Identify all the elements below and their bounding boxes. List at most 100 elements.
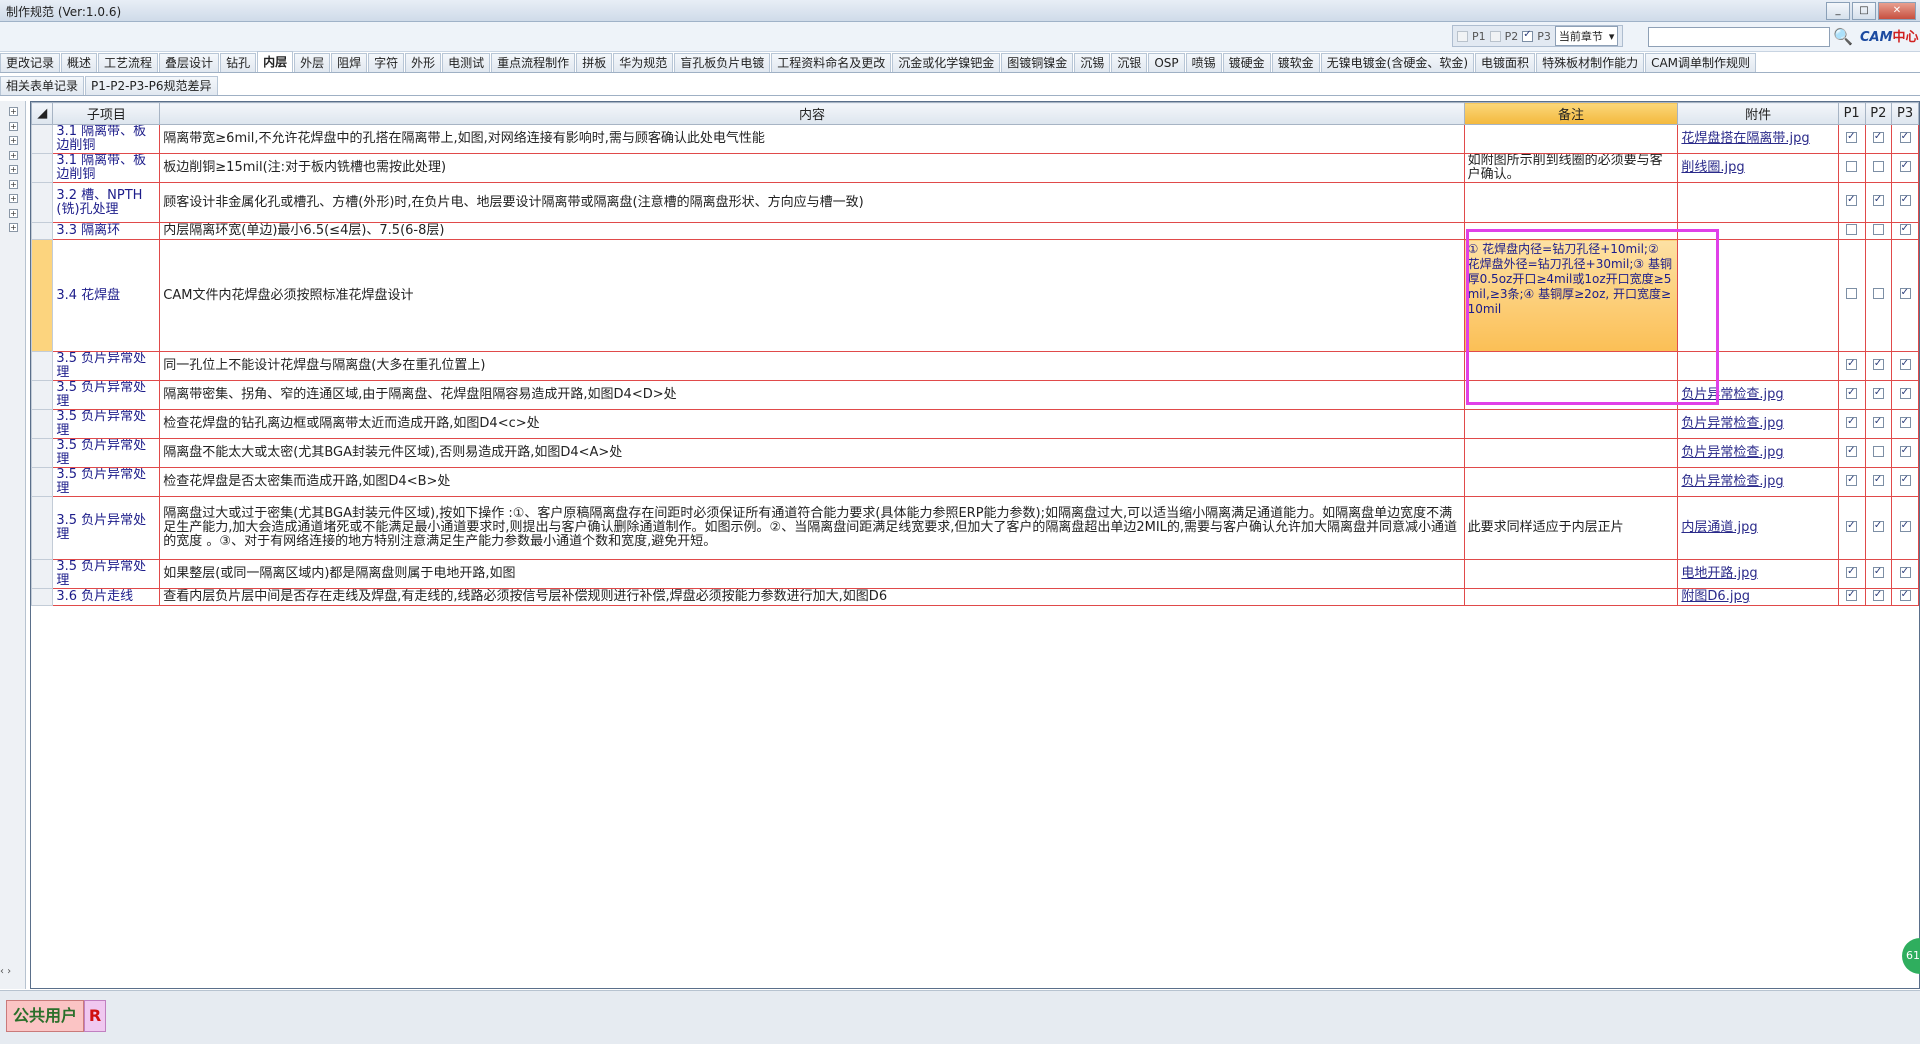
p3-checkbox[interactable] bbox=[1899, 565, 1911, 579]
attachment-link[interactable]: 内层通道.jpg bbox=[1681, 520, 1757, 535]
cell-attach[interactable]: 花焊盘搭在隔离带.jpg bbox=[1677, 124, 1839, 154]
tab-tabs_row1-25[interactable]: 电镀面积 bbox=[1475, 53, 1536, 72]
header-attach[interactable]: 附件 bbox=[1677, 102, 1839, 125]
tab-tabs_row1-10[interactable]: 电测试 bbox=[442, 53, 491, 72]
p3-checkbox[interactable] bbox=[1899, 130, 1911, 144]
cell-attach[interactable]: 附图D6.jpg bbox=[1677, 588, 1839, 606]
p3-checkbox[interactable] bbox=[1899, 223, 1911, 236]
p3-checkbox[interactable] bbox=[1899, 415, 1911, 429]
cell-attach[interactable]: 内层通道.jpg bbox=[1677, 496, 1839, 560]
expand-icon[interactable]: + bbox=[9, 107, 18, 116]
table-row[interactable]: 3.5 负片异常处理 隔离带密集、拐角、窄的连通区域,由于隔离盘、花焊盘阻隔容易造… bbox=[30, 380, 1919, 410]
minimize-button[interactable]: _ bbox=[1826, 2, 1850, 20]
p1-checkbox[interactable] bbox=[1846, 160, 1858, 172]
attachment-link[interactable]: 负片异常检查.jpg bbox=[1681, 387, 1783, 402]
p2-checkbox[interactable] bbox=[1872, 386, 1884, 400]
tab-tabs_row1-14[interactable]: 盲孔板负片电镀 bbox=[674, 53, 771, 72]
cell-p2[interactable] bbox=[1864, 351, 1893, 381]
table-row[interactable]: 3.5 负片异常处理 隔离盘过大或过于密集(尤其BGA封装元件区域),按如下操作 … bbox=[30, 496, 1919, 560]
cell-p3[interactable] bbox=[1891, 438, 1919, 468]
table-row[interactable]: 3.2 槽、NPTH(铣)孔处理 顾客设计非金属化孔或槽孔、方槽(外形)时,在负片… bbox=[30, 182, 1919, 223]
tab-tabs_row1-21[interactable]: 喷锡 bbox=[1185, 53, 1222, 72]
p2-checkbox[interactable] bbox=[1872, 223, 1884, 235]
tab-tabs_row1-12[interactable]: 拼板 bbox=[576, 53, 613, 72]
cell-p2[interactable] bbox=[1864, 153, 1893, 183]
p2-checkbox[interactable] bbox=[1872, 160, 1884, 172]
p1-checkbox[interactable] bbox=[1846, 473, 1858, 487]
cell-p2[interactable] bbox=[1864, 467, 1893, 497]
cell-p3[interactable] bbox=[1891, 239, 1919, 352]
cell-p3[interactable] bbox=[1891, 467, 1919, 497]
cell-p1[interactable] bbox=[1837, 438, 1866, 468]
table-row[interactable]: 3.5 负片异常处理 同一孔位上不能设计花焊盘与隔离盘(大多在重孔位置上) bbox=[30, 351, 1919, 381]
cell-p3[interactable] bbox=[1891, 222, 1919, 240]
cell-p2[interactable] bbox=[1864, 438, 1893, 468]
expand-icon[interactable]: + bbox=[9, 150, 18, 160]
maximize-button[interactable]: □ bbox=[1852, 2, 1876, 20]
expand-icon[interactable]: + bbox=[9, 121, 18, 131]
table-row[interactable]: 3.4 花焊盘 CAM文件内花焊盘必须按照标准花焊盘设计 ① 花焊盘内径=钻刀孔径+… bbox=[30, 239, 1919, 352]
p3-checkbox[interactable] bbox=[1899, 286, 1911, 300]
tab-tabs_row1-11[interactable]: 重点流程制作 bbox=[491, 53, 576, 72]
tab-tabs_row1-15[interactable]: 工程资料命名及更改 bbox=[771, 53, 892, 72]
p3-checkbox[interactable] bbox=[1899, 589, 1911, 602]
user-button[interactable]: 公共用户 bbox=[6, 1000, 85, 1032]
p3-checkbox[interactable] bbox=[1899, 473, 1911, 487]
header-content[interactable]: 内容 bbox=[159, 102, 1465, 125]
cell-attach[interactable]: 负片异常检查.jpg bbox=[1677, 409, 1839, 439]
cell-p1[interactable] bbox=[1837, 496, 1866, 560]
cell-p2[interactable] bbox=[1864, 380, 1893, 410]
cell-p2[interactable] bbox=[1864, 222, 1893, 240]
cell-p2[interactable] bbox=[1864, 496, 1893, 560]
tab-tabs_row1-8[interactable]: 字符 bbox=[368, 53, 405, 72]
p2-filter-checkbox[interactable] bbox=[1489, 30, 1501, 42]
cell-attach[interactable] bbox=[1677, 222, 1839, 240]
attachment-link[interactable]: 削线圈.jpg bbox=[1681, 160, 1744, 175]
p1-filter-checkbox[interactable] bbox=[1457, 30, 1468, 42]
p2-checkbox[interactable] bbox=[1872, 589, 1884, 602]
tab-tabs_row2-0[interactable]: 相关表单记录 bbox=[0, 76, 85, 95]
tab-tabs_row2-1[interactable]: P1-P2-P3-P6规范差异 bbox=[85, 76, 218, 95]
table-row[interactable]: 3.5 负片异常处理 隔离盘不能太大或太密(尤其BGA封装元件区域),否则易造成开… bbox=[30, 438, 1919, 468]
header-p1[interactable]: P1 bbox=[1837, 102, 1866, 125]
p3-checkbox[interactable] bbox=[1899, 386, 1911, 400]
table-row[interactable]: 3.1 隔离带、板边削铜 板边削铜≥15mil(注:对于板内铣槽也需按此处理) 如附… bbox=[30, 153, 1919, 183]
p2-checkbox[interactable] bbox=[1872, 193, 1884, 207]
cell-p3[interactable] bbox=[1891, 124, 1919, 154]
cell-attach[interactable]: 削线圈.jpg bbox=[1677, 153, 1839, 183]
p2-checkbox[interactable] bbox=[1872, 288, 1884, 299]
cell-p3[interactable] bbox=[1891, 409, 1919, 439]
cell-attach[interactable]: 负片异常检查.jpg bbox=[1677, 380, 1839, 410]
cell-p1[interactable] bbox=[1837, 153, 1866, 183]
cell-attach[interactable]: 电地开路.jpg bbox=[1677, 559, 1839, 589]
cell-p3[interactable] bbox=[1891, 559, 1919, 589]
tab-tabs_row1-6[interactable]: 外层 bbox=[294, 53, 331, 72]
tab-tabs_row1-24[interactable]: 无镍电镀金(含硬金、软金) bbox=[1320, 53, 1475, 72]
cell-p3[interactable] bbox=[1891, 351, 1919, 381]
expand-icon[interactable]: + bbox=[9, 165, 18, 174]
scope-select[interactable]: 当前章节 ▾ bbox=[1554, 26, 1619, 46]
attachment-link[interactable]: 花焊盘搭在隔离带.jpg bbox=[1681, 131, 1809, 146]
p2-checkbox[interactable] bbox=[1872, 357, 1884, 371]
cell-p2[interactable] bbox=[1864, 559, 1893, 589]
search-input[interactable] bbox=[1648, 27, 1830, 47]
p3-filter-checkbox[interactable] bbox=[1522, 29, 1534, 42]
tab-tabs_row1-18[interactable]: 沉锡 bbox=[1074, 53, 1111, 72]
tab-tabs_row1-19[interactable]: 沉银 bbox=[1111, 53, 1148, 72]
header-p3[interactable]: P3 bbox=[1891, 102, 1919, 125]
p2-checkbox[interactable] bbox=[1872, 445, 1884, 457]
tab-tabs_row1-26[interactable]: 特殊板材制作能力 bbox=[1536, 53, 1645, 72]
table-row[interactable]: 3.5 负片异常处理 检查花焊盘的钻孔离边框或隔离带太近而造成开路,如图D4<c>… bbox=[30, 409, 1919, 439]
p2-checkbox[interactable] bbox=[1872, 473, 1884, 487]
cell-p1[interactable] bbox=[1837, 409, 1866, 439]
cell-p1[interactable] bbox=[1837, 182, 1866, 223]
table-row[interactable]: 3.1 隔离带、板边削铜 隔离带宽≥6mil,不允许花焊盘中的孔搭在隔离带上,如图… bbox=[30, 124, 1919, 154]
expand-icon[interactable]: + bbox=[9, 223, 18, 232]
expand-icon[interactable]: + bbox=[9, 136, 18, 145]
tab-tabs_row1-5[interactable]: 内层 bbox=[257, 51, 294, 72]
cell-attach[interactable]: 负片异常检查.jpg bbox=[1677, 438, 1839, 468]
p1-checkbox[interactable] bbox=[1846, 130, 1858, 144]
cell-attach[interactable]: 负片异常检查.jpg bbox=[1677, 467, 1839, 497]
tab-tabs_row1-23[interactable]: 镀软金 bbox=[1271, 53, 1320, 72]
cell-attach[interactable] bbox=[1677, 182, 1839, 223]
